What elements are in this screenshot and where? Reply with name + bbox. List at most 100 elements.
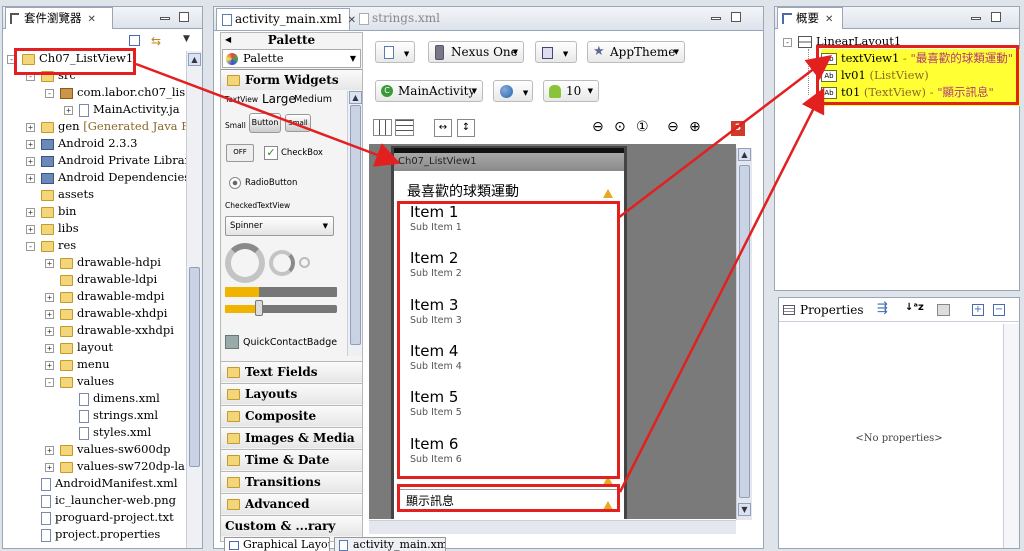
tree-item[interactable]: + values-sw600dp xyxy=(45,441,170,458)
palette-category[interactable]: Advanced xyxy=(221,493,362,514)
palette-category[interactable]: Transitions xyxy=(221,471,362,492)
zoom-fit-icon[interactable]: ⊙ xyxy=(614,119,626,135)
tree-item[interactable]: + drawable-hdpi xyxy=(45,254,161,271)
expand-icon[interactable]: + xyxy=(45,292,54,302)
progress-large-icon[interactable] xyxy=(225,243,265,283)
category-form-widgets[interactable]: Form Widgets xyxy=(221,69,362,90)
widget-spinner[interactable]: Spinner ▼ xyxy=(225,216,334,236)
zoom-minus-icon[interactable]: ⊖ xyxy=(667,119,679,135)
progress-medium-icon[interactable] xyxy=(269,250,295,276)
expand-icon[interactable]: + xyxy=(45,462,54,472)
expand-all-icon[interactable]: + xyxy=(972,304,984,316)
scroll-up-arrow[interactable]: ▲ xyxy=(188,53,201,66)
minimize-button[interactable] xyxy=(160,17,170,20)
tree-item[interactable]: ic_launcher-web.png xyxy=(26,492,176,509)
tree-item[interactable]: + values-sw720dp-la xyxy=(45,458,185,475)
locale-selector[interactable]: ▼ xyxy=(493,80,533,102)
tree-item[interactable]: + MainActivity.ja xyxy=(64,101,180,118)
palette-category[interactable]: Images & Media xyxy=(221,427,362,448)
tree-item[interactable]: project.properties xyxy=(26,526,160,543)
collapse-all-icon[interactable] xyxy=(129,35,140,46)
theme-selector[interactable]: ★ AppTheme ▼ xyxy=(587,41,685,63)
tree-item[interactable]: styles.xml xyxy=(64,424,151,441)
list-view-button[interactable] xyxy=(395,119,414,136)
expand-icon[interactable]: + xyxy=(26,224,35,234)
palette-collapse-icon[interactable]: ◀ xyxy=(225,33,231,47)
tree-item[interactable]: drawable-ldpi xyxy=(45,271,157,288)
grid-view-button[interactable] xyxy=(373,119,392,136)
maximize-button[interactable] xyxy=(179,12,189,22)
collapse-icon[interactable]: - xyxy=(26,241,35,251)
widget-button[interactable]: Button xyxy=(249,113,281,133)
expand-icon[interactable]: + xyxy=(64,105,73,115)
palette-category[interactable]: Composite xyxy=(221,405,362,426)
activity-selector[interactable]: C MainActivity ▼ xyxy=(375,80,483,102)
widget-medium-text[interactable]: Medium xyxy=(294,94,332,105)
categories-icon[interactable]: ⇶ xyxy=(877,301,888,316)
view-menu-icon[interactable]: ▼ xyxy=(183,34,190,44)
scroll-thumb[interactable] xyxy=(739,165,750,498)
palette-category[interactable]: Layouts xyxy=(221,383,362,404)
palette-category[interactable]: Text Fields xyxy=(221,361,362,382)
tab-strings-xml[interactable]: strings.xml xyxy=(354,8,454,30)
scroll-up-arrow[interactable]: ▲ xyxy=(738,148,751,161)
expand-icon[interactable]: + xyxy=(26,173,35,183)
widget-large-text[interactable]: Large xyxy=(262,92,296,106)
tree-item[interactable]: + drawable-mdpi xyxy=(45,288,164,305)
tree-item[interactable]: + menu xyxy=(45,356,110,373)
widget-small-text[interactable]: Small xyxy=(225,121,246,130)
expand-icon[interactable]: + xyxy=(26,122,35,132)
properties-scrollbar[interactable] xyxy=(1003,324,1019,548)
tree-item[interactable]: - values xyxy=(45,373,114,390)
widget-small-button[interactable]: Small xyxy=(285,114,311,132)
explorer-scrollbar[interactable]: ▲ xyxy=(186,51,202,548)
expand-icon[interactable]: + xyxy=(45,326,54,336)
collapse-all-icon[interactable]: − xyxy=(993,304,1005,316)
expand-icon[interactable]: + xyxy=(45,445,54,455)
sort-icon[interactable]: ↓ᵃz xyxy=(905,302,924,313)
tree-item[interactable]: + gen [Generated Java Fi xyxy=(26,118,186,135)
collapse-icon[interactable]: - xyxy=(45,88,54,98)
fit-width-button[interactable]: ↔ xyxy=(434,119,452,137)
tree-item[interactable]: + bin xyxy=(26,203,76,220)
maximize-button[interactable] xyxy=(731,12,741,22)
tree-item[interactable]: + layout xyxy=(45,339,113,356)
zoom-out-icon[interactable]: ⊖ xyxy=(592,119,604,135)
tree-item[interactable]: + drawable-xxhdpi xyxy=(45,322,174,339)
tree-item[interactable]: assets xyxy=(26,186,94,203)
scroll-down-arrow[interactable]: ▼ xyxy=(738,503,751,516)
tree-item[interactable]: dimens.xml xyxy=(64,390,160,407)
tree-item[interactable]: + Android 2.3.3 xyxy=(26,135,137,152)
close-icon[interactable]: ✕ xyxy=(88,14,96,25)
palette-scrollbar[interactable]: ▲ xyxy=(347,91,362,356)
xml-config-button[interactable]: ▼ xyxy=(375,41,415,63)
tree-item[interactable]: - com.labor.ch07_lis xyxy=(45,84,185,101)
tree-item[interactable]: + Android Dependencies xyxy=(26,169,186,186)
expand-icon[interactable]: + xyxy=(45,360,54,370)
widget-checkbox[interactable]: CheckBox xyxy=(281,148,323,158)
zoom-actual-icon[interactable]: ① xyxy=(636,119,649,135)
seekbar-thumb[interactable] xyxy=(255,300,263,316)
progress-small-icon[interactable] xyxy=(299,257,310,268)
tree-item[interactable]: + drawable-xhdpi xyxy=(45,305,167,322)
tree-item[interactable]: - res xyxy=(26,237,76,254)
tab-package-explorer[interactable]: 套件瀏覽器 ✕ xyxy=(5,7,113,29)
scroll-up-arrow[interactable]: ▲ xyxy=(349,91,362,104)
widget-checked-textview[interactable]: CheckedTextView xyxy=(225,201,290,210)
palette-category[interactable]: Time & Date xyxy=(221,449,362,470)
canvas-hscroll[interactable] xyxy=(369,520,736,534)
expand-icon[interactable]: + xyxy=(45,258,54,268)
tree-item[interactable]: strings.xml xyxy=(64,407,158,424)
fit-height-button[interactable]: ↕ xyxy=(457,119,475,137)
expand-icon[interactable]: + xyxy=(45,309,54,319)
scroll-thumb[interactable] xyxy=(189,267,200,467)
widget-toggle-button[interactable]: OFF xyxy=(226,144,254,162)
header-textview[interactable]: 最喜歡的球類運動 xyxy=(407,181,519,201)
widget-radio-button[interactable]: RadioButton xyxy=(245,178,297,188)
tree-item[interactable]: + libs xyxy=(26,220,79,237)
api-level-selector[interactable]: 10 ▼ xyxy=(543,80,599,102)
expand-icon[interactable]: + xyxy=(45,343,54,353)
error-count-badge[interactable]: 3 xyxy=(731,121,745,136)
seekbar-widget[interactable] xyxy=(225,300,337,316)
tree-item[interactable]: AndroidManifest.xml xyxy=(26,475,178,492)
